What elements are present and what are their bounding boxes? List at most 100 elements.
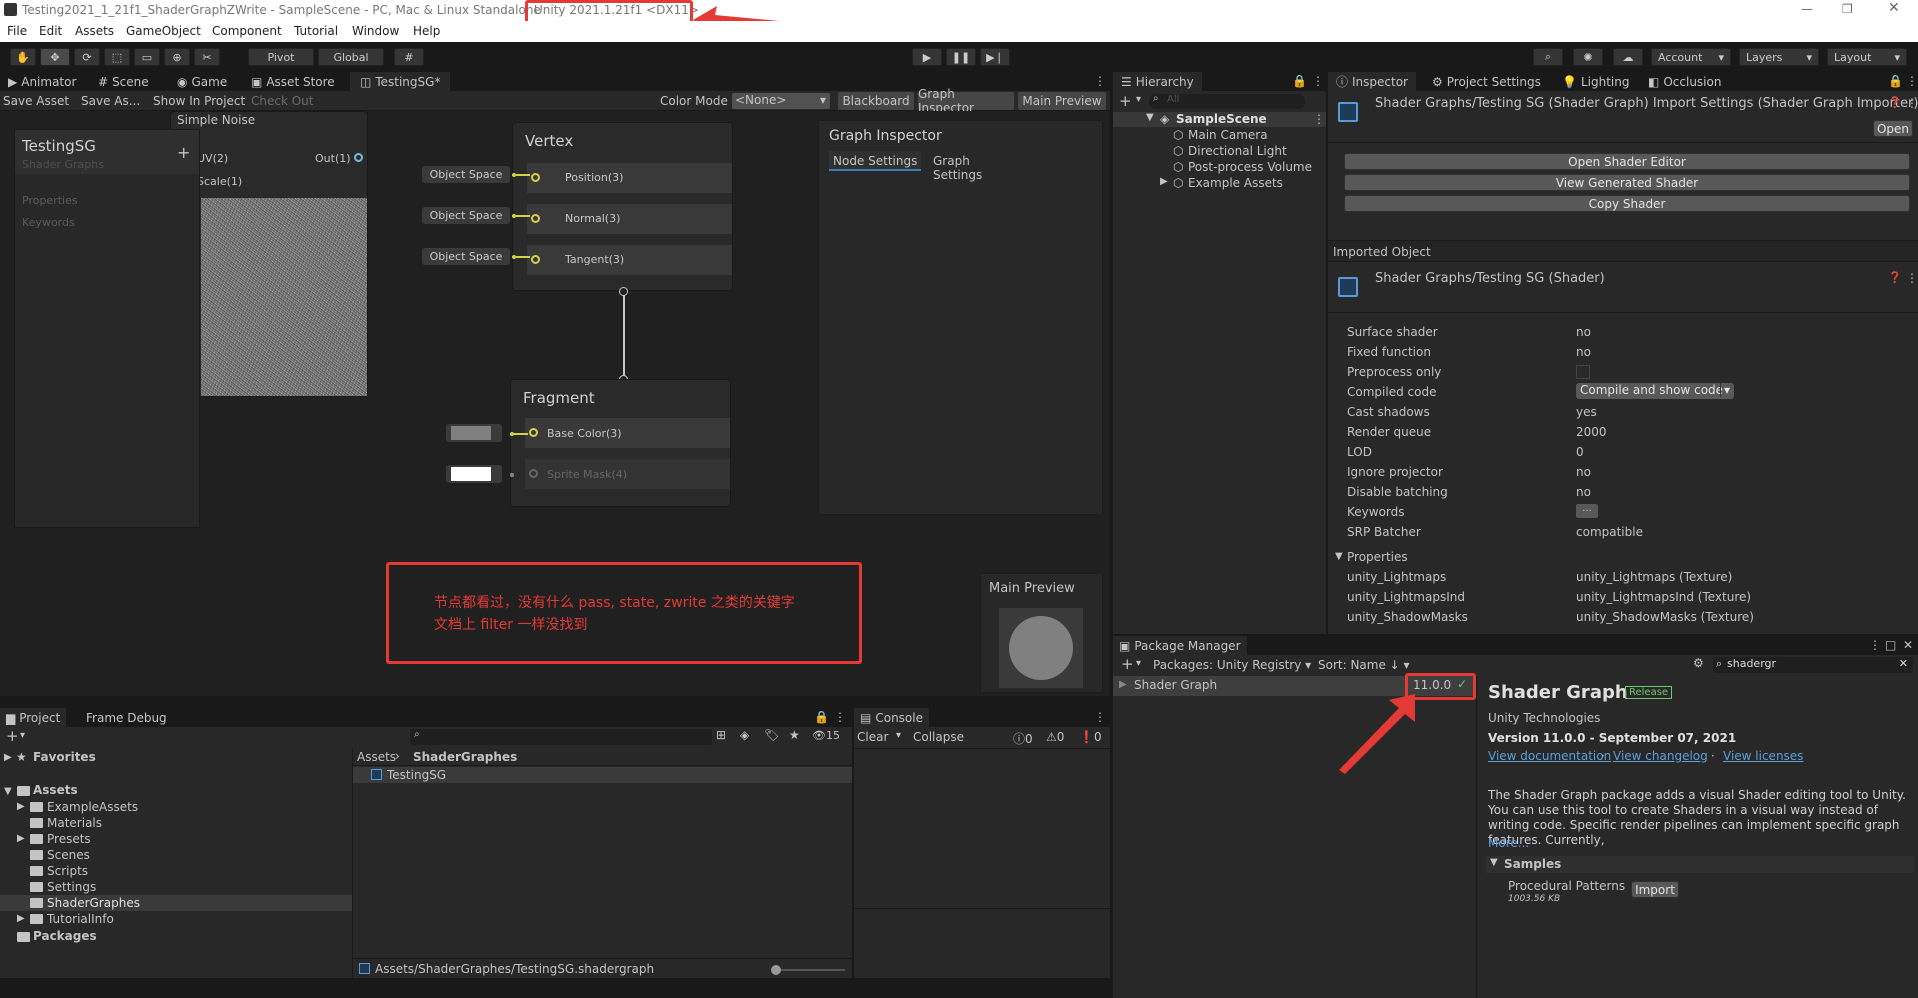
expand-arrow-icon[interactable]: ▶ [1160, 176, 1168, 187]
base-color-swatch[interactable] [446, 424, 502, 442]
check-out-button[interactable]: Check Out [251, 94, 313, 108]
fragment-sprite-mask-slot[interactable]: Sprite Mask(4) [525, 459, 730, 489]
lock-icon[interactable]: 🔒 [1888, 74, 1903, 88]
properties-foldout[interactable]: Properties [1347, 550, 1408, 564]
hand-tool-icon[interactable]: ✋ [10, 48, 36, 66]
clear-search-icon[interactable]: ✕ [1899, 657, 1908, 670]
tab-frame-debug[interactable]: Frame Debug [86, 709, 167, 726]
help-icon[interactable]: ❓ [1888, 96, 1902, 109]
noise-out-port-icon[interactable] [354, 153, 363, 162]
maximize-icon[interactable]: □ [1885, 638, 1896, 652]
samples-header[interactable]: ▼ Samples [1486, 856, 1914, 873]
view-documentation-link[interactable]: View documentation [1488, 749, 1611, 763]
registry-dropdown[interactable]: Packages: Unity Registry ▾ [1153, 658, 1311, 672]
help-icon[interactable]: ❓ [1888, 271, 1902, 284]
open-shader-editor-button[interactable]: Open Shader Editor [1344, 153, 1910, 170]
warning-count-badge[interactable]: ⚠0 [1046, 730, 1064, 744]
tab-game[interactable]: ◉ Game [177, 73, 227, 90]
menu-component[interactable]: Component [212, 24, 282, 38]
sort-dropdown[interactable]: Sort: Name ↓ ▾ [1318, 658, 1410, 672]
package-search-input[interactable]: ⌕ shadergr ✕ [1713, 657, 1913, 673]
vertex-block[interactable]: Vertex Position(3) Normal(3) Tangent(3) [512, 122, 733, 291]
preview-sphere[interactable] [999, 608, 1083, 688]
folder-item[interactable]: ▶ Presets [0, 831, 352, 847]
object-space-tangent-field[interactable]: Object Space [422, 248, 510, 265]
save-as-button[interactable]: Save As... [81, 94, 140, 108]
keywords-button[interactable]: ... [1576, 504, 1598, 518]
vertex-tangent-slot[interactable]: Tangent(3) [527, 245, 732, 275]
search-icon[interactable]: ⌕ [1533, 48, 1563, 66]
hierarchy-item[interactable]: ⬡ Directional Light [1113, 144, 1326, 159]
view-generated-shader-button[interactable]: View Generated Shader [1344, 174, 1910, 191]
minimize-icon[interactable]: — [1801, 2, 1813, 16]
hierarchy-item[interactable]: ▶ ⬡ Example Assets [1113, 176, 1326, 191]
folder-item-selected[interactable]: ShaderGraphes [0, 895, 352, 911]
copy-shader-button[interactable]: Copy Shader [1344, 195, 1910, 212]
play-button-icon[interactable]: ▶ [912, 48, 942, 66]
menu-tutorial[interactable]: Tutorial [294, 24, 338, 38]
assets-label[interactable]: Assets [33, 783, 78, 797]
expand-arrow-icon[interactable]: ▼ [1146, 112, 1154, 123]
expand-arrow-icon[interactable]: ▶ [17, 801, 25, 812]
preprocess-checkbox[interactable] [1576, 365, 1590, 379]
collab-icon[interactable]: ✺ [1573, 48, 1603, 66]
more-link[interactable]: More... [1488, 836, 1529, 850]
custom-tool-icon[interactable]: ✂ [194, 48, 220, 66]
tag-icon[interactable]: 🏷 [764, 728, 779, 742]
compile-and-show-code-button[interactable]: Compile and show code ▾ [1576, 383, 1734, 399]
object-space-normal-field[interactable]: Object Space [422, 207, 510, 224]
object-space-position-field[interactable]: Object Space [422, 166, 510, 183]
view-changelog-link[interactable]: View changelog [1613, 749, 1708, 763]
scene-row[interactable]: ▼ ◈ SampleScene ⋮ [1113, 112, 1326, 127]
close-icon[interactable]: ✕ [1903, 638, 1913, 652]
collapse-button[interactable]: Collapse [913, 730, 964, 744]
vertex-normal-slot[interactable]: Normal(3) [527, 204, 732, 234]
add-property-icon[interactable]: + [177, 143, 190, 162]
grid-snap-icon[interactable]: # [394, 48, 424, 66]
account-dropdown[interactable]: Account ▾ [1651, 48, 1731, 66]
expand-arrow-icon[interactable]: ▶ [17, 833, 25, 844]
menu-assets[interactable]: Assets [75, 24, 114, 38]
tab-package-manager[interactable]: ▣ Package Manager [1113, 636, 1247, 655]
layers-dropdown[interactable]: Layers ▾ [1739, 48, 1819, 66]
main-preview-toggle[interactable]: Main Preview [1018, 92, 1106, 110]
add-icon[interactable]: + [1119, 92, 1132, 110]
graph-inspector-toggle[interactable]: Graph Inspector [918, 87, 1014, 115]
expand-arrow-icon[interactable]: ▼ [1335, 551, 1343, 562]
packages-label[interactable]: Packages [33, 929, 97, 943]
view-licenses-link[interactable]: View licenses [1723, 749, 1803, 763]
tab-occlusion[interactable]: ◧ Occlusion [1648, 73, 1721, 90]
tab-console[interactable]: ▤ Console [854, 708, 929, 727]
more-options-icon[interactable]: ⋮ [1906, 271, 1918, 285]
open-button[interactable]: Open [1873, 120, 1913, 137]
file-item[interactable]: TestingSG [353, 767, 852, 783]
more-options-icon[interactable]: ⋮ [1094, 710, 1106, 724]
hierarchy-item[interactable]: ⬡ Post-process Volume [1113, 160, 1326, 175]
transform-tool-icon[interactable]: ⊕ [164, 48, 190, 66]
lock-icon[interactable]: 🔒 [1292, 74, 1307, 88]
folder-item[interactable]: Materials [0, 815, 352, 831]
restore-icon[interactable]: ❐ [1842, 2, 1853, 16]
tab-scene[interactable]: # Scene [98, 73, 149, 90]
cloud-icon[interactable]: ☁ [1613, 48, 1643, 66]
hierarchy-search-input[interactable]: All [1149, 94, 1305, 109]
menu-file[interactable]: File [7, 24, 27, 38]
more-options-icon[interactable]: ⋮ [1312, 74, 1324, 88]
info-count-badge[interactable]: ⓘ0 [1013, 730, 1033, 747]
expand-arrow-icon[interactable]: ▶ [4, 752, 12, 763]
vertex-position-slot[interactable]: Position(3) [527, 163, 732, 193]
graph-canvas[interactable]: Simple Noise UV(2) Scale(1) Out(1) Testi… [0, 111, 1110, 696]
move-tool-icon[interactable]: ✥ [40, 48, 70, 66]
chevron-down-icon[interactable]: ▾ [20, 730, 25, 741]
layout-dropdown[interactable]: Layout ▾ [1827, 48, 1907, 66]
zoom-slider[interactable] [771, 965, 845, 975]
folder-item[interactable]: ▶ ExampleAssets [0, 799, 352, 815]
step-button-icon[interactable]: ▶❘ [980, 48, 1010, 66]
save-asset-button[interactable]: Save Asset [3, 94, 69, 108]
more-options-icon[interactable]: ⋮ [834, 710, 846, 724]
more-options-icon[interactable]: ⋮ [1313, 112, 1325, 126]
lock-icon[interactable]: 🔒 [814, 710, 829, 724]
tab-node-settings[interactable]: Node Settings [829, 151, 921, 171]
search-by-label-icon[interactable]: ◈ [740, 728, 749, 742]
tab-graph-settings[interactable]: Graph Settings [929, 151, 1021, 182]
